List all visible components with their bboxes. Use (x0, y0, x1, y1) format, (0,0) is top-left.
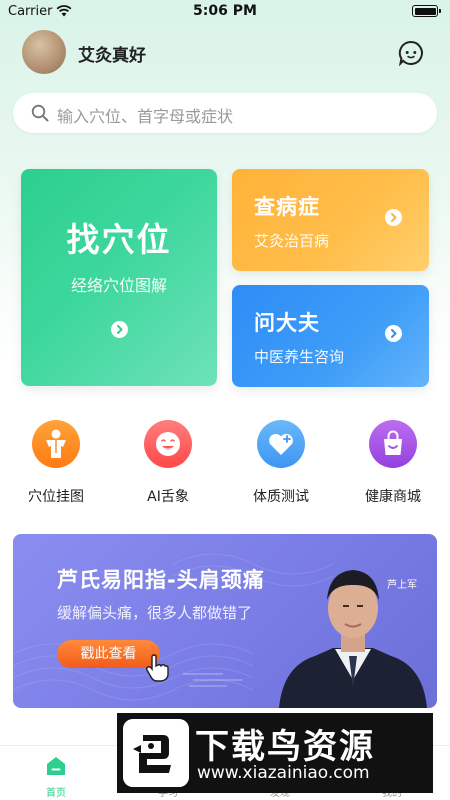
avatar[interactable] (22, 30, 66, 74)
tool-label: 体质测试 (253, 489, 309, 505)
search-input[interactable]: 输入穴位、首字母或症状 (13, 93, 437, 133)
banner-title: 芦氏易阳指-头肩颈痛 (57, 568, 265, 592)
chat-bubble-icon[interactable] (398, 40, 424, 66)
check-symptom-card[interactable]: 查病症 艾灸治百病 (232, 169, 429, 271)
tool-constitution-test[interactable]: 体质测试 (236, 420, 326, 506)
chevron-right-icon (385, 209, 402, 226)
ask-doctor-card[interactable]: 问大夫 中医养生咨询 (232, 285, 429, 387)
tool-label: 穴位挂图 (28, 489, 84, 505)
watermark-title: 下载鸟资源 (195, 727, 375, 767)
bird-logo-icon (123, 719, 189, 787)
search-placeholder: 输入穴位、首字母或症状 (57, 107, 234, 126)
ask-doctor-title: 问大夫 (254, 311, 320, 335)
battery-icon (412, 5, 441, 17)
find-acupoint-card[interactable]: 找穴位 经络穴位图解 (21, 169, 217, 386)
search-icon (31, 104, 49, 122)
promo-banner[interactable]: 芦氏易阳指-头肩颈痛 缓解偏头痛，很多人都做错了 戳此查看 芦上军 (13, 534, 437, 708)
ask-doctor-subtitle: 中医养生咨询 (254, 348, 345, 366)
tongue-face-icon (144, 420, 192, 468)
check-symptom-subtitle: 艾灸治百病 (254, 232, 330, 250)
status-bar: Carrier 5:06 PM (0, 0, 450, 22)
pointer-hand-icon (145, 654, 169, 682)
presenter-name: 芦上军 (387, 579, 417, 591)
tool-ai-tongue[interactable]: AI舌象 (123, 420, 213, 506)
home-icon (47, 757, 65, 775)
tool-label: 健康商城 (365, 489, 421, 505)
watermark-overlay: 下载鸟资源 www.xiazainiao.com (117, 713, 433, 793)
user-name[interactable]: 艾灸真好 (78, 41, 146, 66)
find-acupoint-subtitle: 经络穴位图解 (70, 276, 167, 295)
tab-label: 首页 (46, 788, 66, 799)
heart-test-icon (257, 420, 305, 468)
tool-acupoint-chart[interactable]: 穴位挂图 (11, 420, 101, 506)
acupoint-chart-icon (32, 420, 80, 468)
watermark-url: www.xiazainiao.com (197, 763, 370, 783)
check-symptom-title: 查病症 (254, 195, 320, 219)
banner-subtitle: 缓解偏头痛，很多人都做错了 (57, 604, 253, 622)
shopping-bag-icon (369, 420, 417, 468)
chevron-right-icon (111, 321, 128, 338)
find-acupoint-title: 找穴位 (66, 220, 172, 259)
tool-health-mall[interactable]: 健康商城 (348, 420, 438, 506)
status-time: 5:06 PM (193, 3, 257, 19)
tool-label: AI舌象 (147, 489, 189, 505)
tab-home[interactable]: 首页 (0, 746, 112, 800)
presenter-photo: 芦上军 (279, 570, 427, 708)
chevron-right-icon (385, 325, 402, 342)
